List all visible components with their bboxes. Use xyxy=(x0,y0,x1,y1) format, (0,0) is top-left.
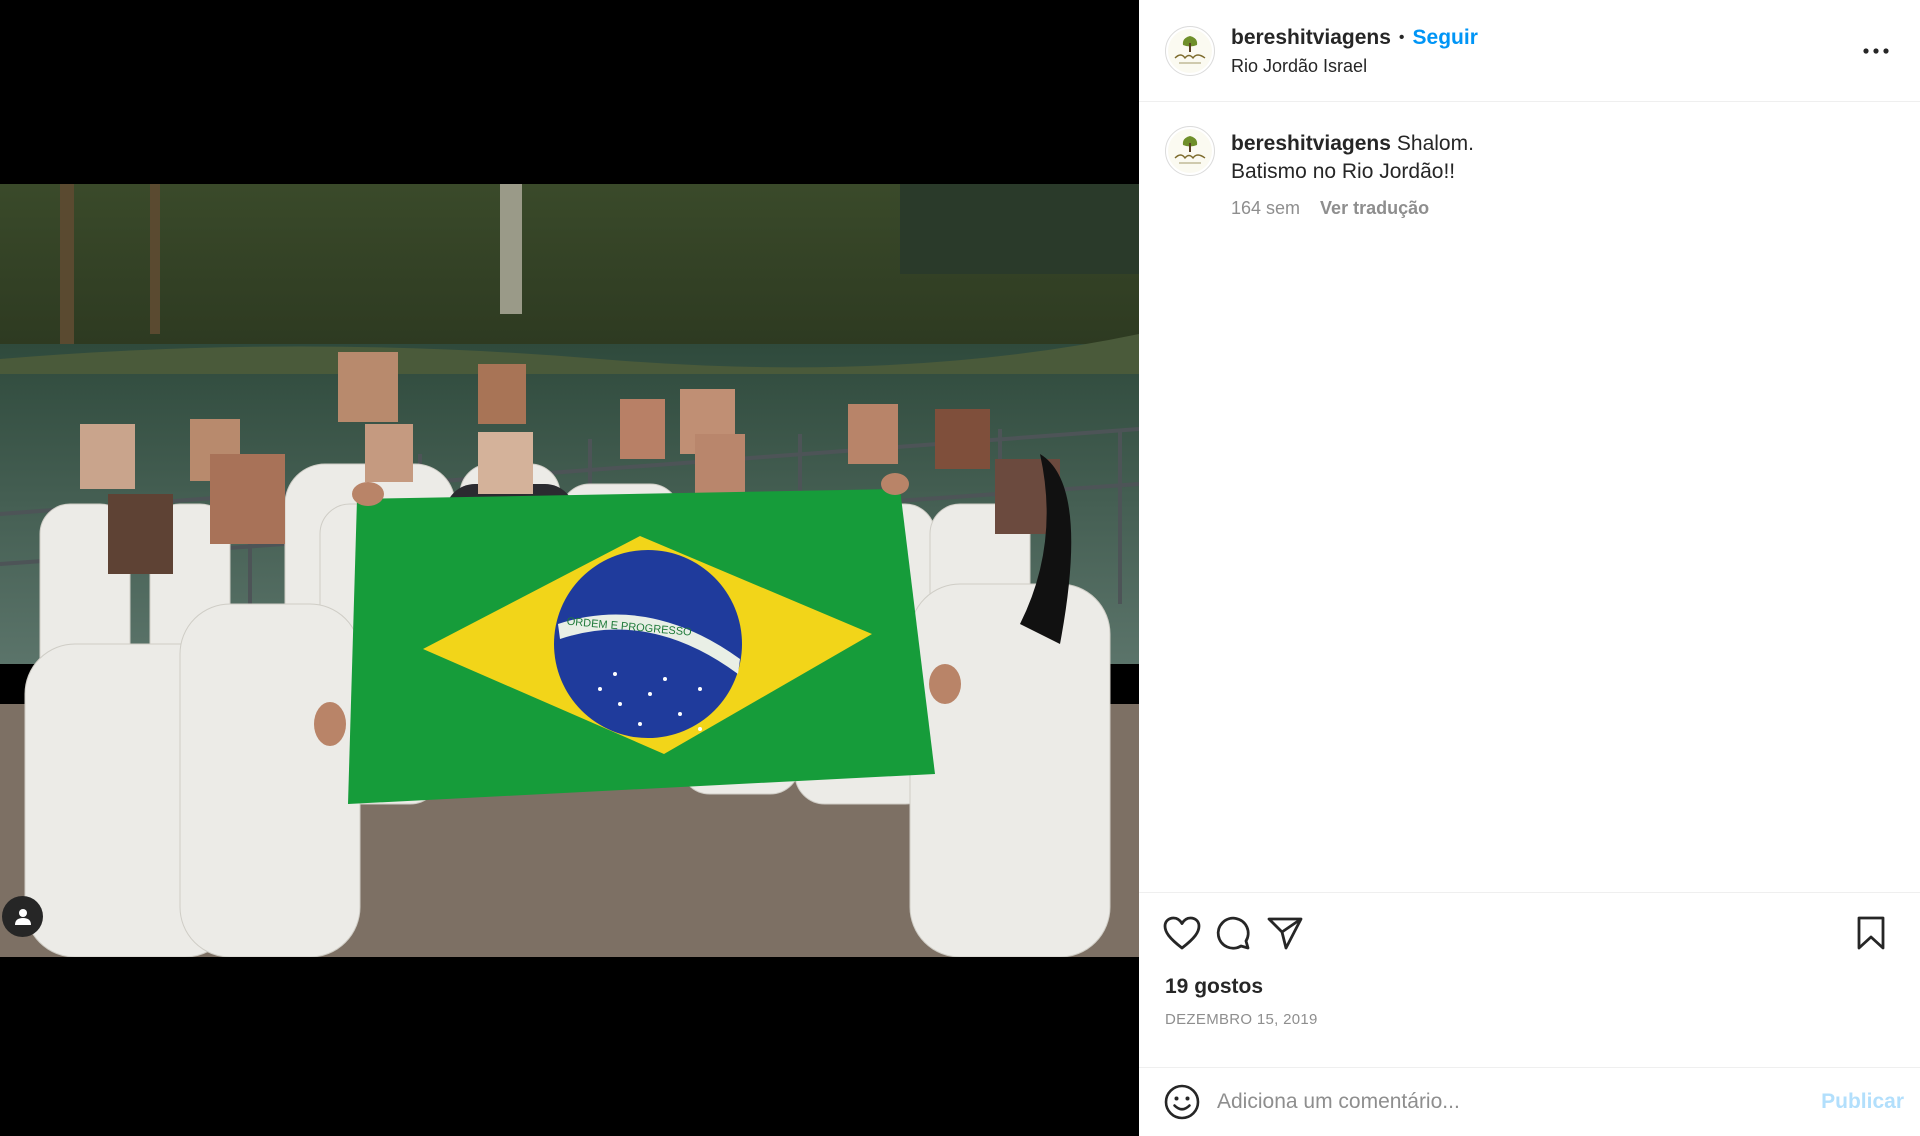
bereshit-logo-icon xyxy=(1168,129,1212,173)
post-header: bereshitviagens • Seguir Rio Jordão Isra… xyxy=(1139,0,1920,102)
caption-line-1: Shalom. xyxy=(1396,132,1474,155)
instagram-post-modal: ORDEM E PROGRESSO bereshitviagens • Segu… xyxy=(0,0,1920,1136)
photo-illustration: ORDEM E PROGRESSO xyxy=(0,184,1139,957)
bookmark-icon[interactable] xyxy=(1852,907,1904,959)
caption-line-2: Batismo no Rio Jordão!! xyxy=(1231,160,1456,183)
comment-bar: Publicar xyxy=(1139,1067,1920,1136)
post-side-panel: bereshitviagens • Seguir Rio Jordão Isra… xyxy=(1139,0,1920,1136)
caption-text: bereshitviagens Shalom. Batismo no Rio Jo… xyxy=(1231,130,1474,186)
follow-button[interactable]: Seguir xyxy=(1413,25,1478,51)
post-date: DEZEMBRO 15, 2019 xyxy=(1165,1011,1318,1028)
action-row xyxy=(1139,893,1920,973)
emoji-icon[interactable] xyxy=(1159,1079,1205,1125)
likes-count[interactable]: 19 gostos xyxy=(1139,975,1920,999)
post-age[interactable]: 164 sem xyxy=(1231,198,1300,219)
header-line: bereshitviagens • Seguir xyxy=(1231,25,1854,51)
more-horizontal-icon[interactable] xyxy=(1854,29,1898,73)
separator-dot: • xyxy=(1398,28,1405,46)
actions-section: 19 gostos DEZEMBRO 15, 2019 xyxy=(1139,892,1920,1028)
caption-username[interactable]: bereshitviagens xyxy=(1231,132,1391,155)
caption-meta: 164 sem Ver tradução xyxy=(1231,198,1474,219)
location-link[interactable]: Rio Jordão Israel xyxy=(1231,56,1854,77)
caption-avatar[interactable] xyxy=(1165,126,1215,176)
comment-icon[interactable] xyxy=(1211,907,1263,959)
post-photo[interactable]: ORDEM E PROGRESSO xyxy=(0,184,1139,957)
brazil-flag: ORDEM E PROGRESSO xyxy=(348,489,935,804)
heart-icon[interactable] xyxy=(1159,907,1211,959)
avatar[interactable] xyxy=(1165,25,1215,76)
caption-body: bereshitviagens Shalom. Batismo no Rio Jo… xyxy=(1231,126,1474,219)
bereshit-logo-icon xyxy=(1168,28,1212,73)
caption: bereshitviagens Shalom. Batismo no Rio Jo… xyxy=(1139,102,1920,219)
publish-button[interactable]: Publicar xyxy=(1821,1090,1904,1114)
share-icon[interactable] xyxy=(1263,907,1315,959)
header-text: bereshitviagens • Seguir Rio Jordão Isra… xyxy=(1231,25,1854,77)
username-link[interactable]: bereshitviagens xyxy=(1231,25,1391,51)
see-translation-button[interactable]: Ver tradução xyxy=(1320,198,1429,219)
person-tag-icon[interactable] xyxy=(2,896,43,937)
comment-input[interactable] xyxy=(1217,1090,1812,1114)
media-pane: ORDEM E PROGRESSO xyxy=(0,0,1139,1136)
